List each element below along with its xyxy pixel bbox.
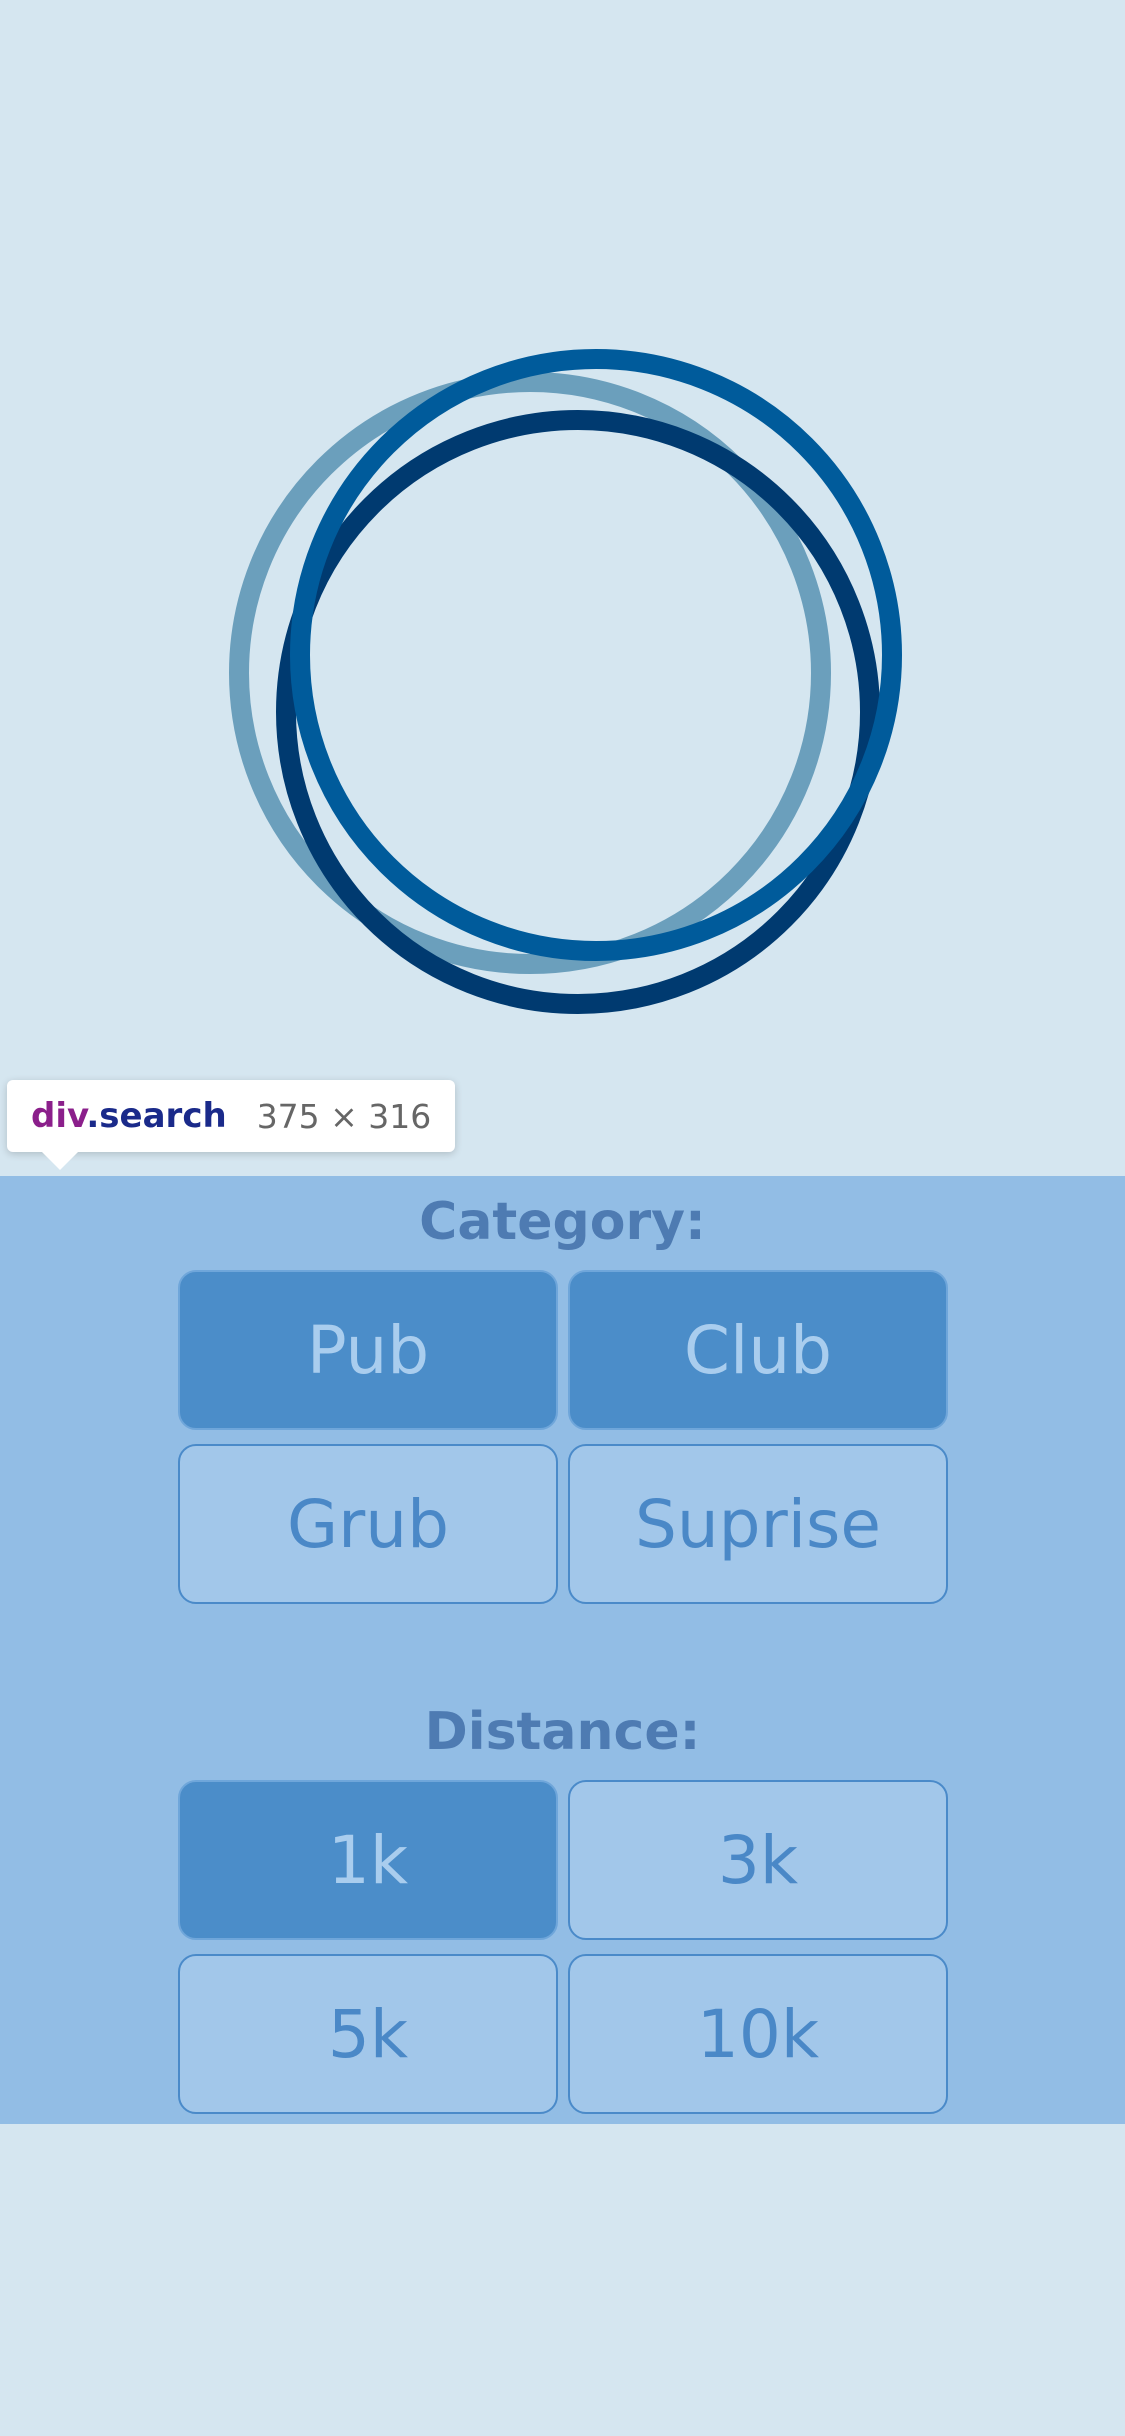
category-option-grub[interactable]: Grub	[178, 1444, 558, 1604]
distance-option-1k[interactable]: 1k	[178, 1780, 558, 1940]
rings-logo	[229, 349, 902, 1014]
tooltip-tag: div	[31, 1096, 87, 1136]
inspector-tooltip: div.search 375 × 316	[7, 1080, 456, 1170]
distance-option-10k[interactable]: 10k	[568, 1954, 948, 2114]
category-option-suprise[interactable]: Suprise	[568, 1444, 948, 1604]
category-title: Category:	[419, 1192, 706, 1252]
category-options: Pub Club Grub Suprise	[178, 1270, 950, 1604]
distance-options: 1k 3k 5k 10k	[178, 1780, 950, 2114]
distance-option-5k[interactable]: 5k	[178, 1954, 558, 2114]
search-panel: Category: Pub Club Grub Suprise Distance…	[0, 1176, 1125, 2124]
category-option-club[interactable]: Club	[568, 1270, 948, 1430]
ring-dark	[276, 410, 880, 1014]
tooltip-class: .search	[86, 1096, 227, 1136]
distance-title: Distance:	[424, 1702, 701, 1762]
category-option-pub[interactable]: Pub	[178, 1270, 558, 1430]
tooltip-size: 375 × 316	[256, 1096, 432, 1136]
ring-medium	[290, 349, 902, 961]
distance-option-3k[interactable]: 3k	[568, 1780, 948, 1940]
tooltip-selector: div.search	[31, 1096, 227, 1136]
